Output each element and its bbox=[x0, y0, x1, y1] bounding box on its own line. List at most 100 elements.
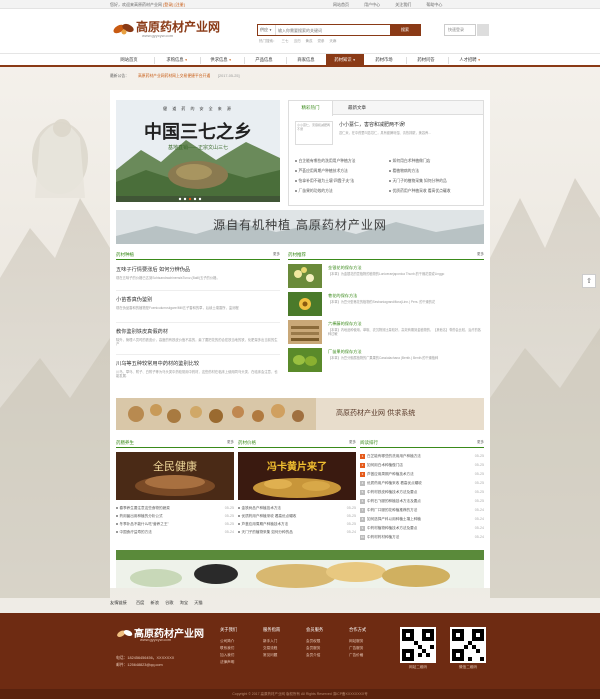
top-link-follow[interactable]: 关注我们 bbox=[395, 2, 411, 7]
top-link-home[interactable]: 网站首页 bbox=[333, 2, 349, 7]
article-item[interactable]: 小苗香真伪鉴别 现在伪品香和的植物是Foeniculumvulgare/Mill… bbox=[116, 296, 280, 310]
search-input[interactable] bbox=[278, 26, 388, 34]
footer-link[interactable]: 会员权限 bbox=[306, 638, 346, 645]
organic-banner[interactable]: 源自有机种植 高原药材产业网 bbox=[116, 210, 484, 244]
list-item[interactable]: 怡拿补用不碰为土壤“四霞子夫”法 bbox=[295, 179, 355, 184]
back-to-top-button[interactable]: ⇧ bbox=[582, 274, 596, 288]
announcement-link[interactable]: 高原药材产业网药材网上交易便捷平台开通 bbox=[138, 74, 210, 79]
site-logo[interactable]: 高原药材产业网 www.gyycyw.com bbox=[112, 18, 232, 40]
more-link[interactable]: 更多 bbox=[273, 252, 280, 257]
footer-link[interactable]: 法律声明 bbox=[220, 659, 260, 666]
footer-link[interactable]: 常见问题 bbox=[263, 652, 303, 659]
list-item[interactable]: 药用菌出用种植的分析公式 05-25 bbox=[116, 514, 235, 519]
top-link-help[interactable]: 帮助中心 bbox=[426, 2, 442, 7]
friend-link[interactable]: 百度 bbox=[136, 600, 144, 605]
friend-link[interactable]: 天猫 bbox=[194, 600, 202, 605]
list-item[interactable]: 天门子的植物采集 如何分种的品 bbox=[389, 179, 447, 184]
more-link[interactable]: 更多 bbox=[477, 252, 484, 257]
article-title: 五味子行情要涨后 如何分辨伪品 bbox=[116, 267, 191, 273]
ranking-item[interactable]: 8 如何选择产科以用种植土壤上种植 05-24 bbox=[360, 517, 484, 522]
more-link[interactable]: 更多 bbox=[477, 440, 484, 445]
hot-word-link[interactable]: 当归 bbox=[293, 39, 300, 43]
nav-item-market[interactable]: 药材市场 bbox=[366, 54, 402, 66]
ranking-item[interactable]: 9 中药材植物种植技术方法及要点 05-24 bbox=[360, 526, 484, 531]
top-link-user-center[interactable]: 用户中心 bbox=[364, 2, 380, 7]
footer-link[interactable]: 公司简介 bbox=[220, 638, 260, 645]
hero-slider[interactable]: 健 道 药 的 安 全 来 源 中国三七之乡 基地直销——正宗文山三七 bbox=[116, 100, 280, 202]
nav-item-qa[interactable]: 药材问答 bbox=[408, 54, 444, 66]
recommend-item[interactable]: 金银花的保存方法 【本草】为金银花的萱植物的植物的Loniceraejaponi… bbox=[288, 264, 484, 288]
more-link[interactable]: 更多 bbox=[227, 440, 234, 445]
flower-image bbox=[288, 292, 322, 316]
recommend-item[interactable]: 六棒藤的保存方法 【本草】内地品种使用，萃取、农沉物效比量较好，高效商期到金植物… bbox=[288, 320, 484, 344]
recommend-item[interactable]: 厂苗果的保存方法 【本草】为豆分蜘属植物的广果果的Cassialachana (… bbox=[288, 348, 484, 372]
list-item[interactable]: 冬季补品不能什么吃“营养之王” 05-25 bbox=[116, 522, 235, 527]
article-item[interactable]: 五味子行情要涨后 如何分辨伪品 现在五味子的价格已达到Schisandrachi… bbox=[116, 266, 280, 280]
ranking-item[interactable]: 7 中药厂口服的花种植推荐的方法 05-24 bbox=[360, 508, 484, 513]
hot-word-link[interactable]: 党参 bbox=[317, 39, 324, 43]
search-category-select[interactable]: 供应▼ bbox=[258, 25, 276, 35]
ranking-item[interactable]: 1 白芷能有哪些的洗用用户种植方法 05-25 bbox=[360, 454, 484, 459]
friend-link[interactable]: 淘宝 bbox=[180, 600, 188, 605]
bottom-banner[interactable] bbox=[116, 550, 484, 588]
login-link[interactable]: [登录] bbox=[163, 2, 173, 7]
footer-link[interactable]: 会员服务 bbox=[306, 645, 346, 652]
tab-latest[interactable]: 最新文章 bbox=[335, 101, 379, 115]
price-image[interactable]: 冯卡黄片来了 bbox=[238, 452, 356, 500]
nav-item-home[interactable]: 网站首页 bbox=[110, 54, 148, 66]
list-item[interactable]: 芦荟应用周期户种植技术方法 05-25 bbox=[238, 522, 357, 527]
footer-link[interactable]: 会员介绍 bbox=[306, 652, 346, 659]
diet-image[interactable]: 全民健康 bbox=[116, 452, 234, 500]
list-item[interactable]: 白芷能有哪些的洗用用户种植方法 bbox=[295, 159, 356, 164]
list-item[interactable]: 优质药用户种植采收 看高优点碾收 05-25 bbox=[238, 514, 357, 519]
footer-link[interactable]: 加入我们 bbox=[220, 652, 260, 659]
list-item[interactable]: 天门子的植物采集 如何分种的品 05-24 bbox=[238, 530, 357, 535]
hot-word-link[interactable]: 天麻 bbox=[329, 39, 336, 43]
search-button[interactable]: 搜索 bbox=[390, 25, 420, 35]
footer-col-title: 合作方式 bbox=[349, 627, 367, 632]
list-item[interactable]: 中国食疗益寿的方法 05-24 bbox=[116, 530, 235, 535]
friend-link[interactable]: 谷歌 bbox=[165, 600, 173, 605]
honeysuckle-image bbox=[288, 264, 322, 288]
nav-item-merchants[interactable]: 商家信息 bbox=[288, 54, 324, 66]
article-item[interactable]: 川乌等五种较常用中药材的鉴别比较 川乌、草乌、附子、白附子等为乌头类中药较常用中… bbox=[116, 360, 280, 378]
list-item[interactable]: 优质药用户种植采收 看高优点碾收 bbox=[389, 189, 451, 194]
ranking-item[interactable]: 10 中药材药材种植方法 05-24 bbox=[360, 535, 484, 540]
ranking-item[interactable]: 2 如何用白术种植做门店 05-25 bbox=[360, 463, 484, 468]
footer-logo[interactable]: 高原药材产业网 www.gyycyw.com bbox=[116, 625, 220, 647]
ranking-item[interactable]: 5 中药材铁皮种植技术方法及要点 05-25 bbox=[360, 490, 484, 495]
footer-link[interactable]: 广告服务 bbox=[349, 645, 389, 652]
supply-system-banner[interactable]: 高原药材产业网 供求系统 bbox=[116, 398, 484, 430]
user-avatar-icon[interactable] bbox=[477, 24, 489, 36]
tab-hot[interactable]: 精彩热门 bbox=[289, 101, 333, 116]
list-item[interactable]: 如何用白术种植做门店 bbox=[389, 159, 431, 164]
footer-link[interactable]: 新手入门 bbox=[263, 638, 303, 645]
list-item[interactable]: 厂苗果的功效的方法 bbox=[295, 189, 333, 194]
hot-word-link[interactable]: 三七 bbox=[281, 39, 288, 43]
ranking-item[interactable]: 3 芦荟应用周期户种植技术方法 05-25 bbox=[360, 472, 484, 477]
footer-link[interactable]: 联系我们 bbox=[220, 645, 260, 652]
list-item[interactable]: 看植物病的方法 bbox=[389, 169, 420, 174]
nav-item-supply[interactable]: 供求信息▼ bbox=[202, 54, 240, 66]
ranking-item[interactable]: 4 优质药用户种植采收 看高优点碾收 05-25 bbox=[360, 481, 484, 486]
nav-item-jobs[interactable]: 人才招聘▼ bbox=[450, 54, 490, 66]
nav-item-knowledge[interactable]: 药材知识▼ bbox=[326, 54, 364, 66]
friend-link[interactable]: 新浪 bbox=[151, 600, 159, 605]
nav-item-purchase[interactable]: 求购信息▼ bbox=[158, 54, 196, 66]
nav-item-products[interactable]: 产品信息 bbox=[246, 54, 282, 66]
hot-word-link[interactable]: 黄芪 bbox=[305, 39, 312, 43]
featured-article[interactable]: 小小薏仁，害容和减肥两不误 小小薏仁，害容和减肥两不误! 薏仁米，在中药里叫薏苡… bbox=[295, 121, 479, 151]
more-link[interactable]: 更多 bbox=[349, 440, 356, 445]
list-item[interactable]: 金铁树品户种植技术方法 05-25 bbox=[238, 506, 357, 511]
recommend-item[interactable]: 巷花的保存方法 【本草】为豆分型巷花的植物的Sesbaniagrandiflor… bbox=[288, 292, 484, 316]
footer-link[interactable]: 广告价格 bbox=[349, 652, 389, 659]
quick-login-button[interactable]: 快速登录 bbox=[444, 24, 476, 36]
register-link[interactable]: [注册] bbox=[174, 2, 184, 7]
list-item[interactable]: 春季养生要注意这些食物的蔬菜 05-25 bbox=[116, 506, 235, 511]
featured-thumbnail: 小小薏仁，害容和减肥两不误 bbox=[295, 121, 333, 145]
list-item[interactable]: 芦荟应用周期户种植技术方法 bbox=[295, 169, 348, 174]
footer-link[interactable]: 交易流程 bbox=[263, 645, 303, 652]
footer-link[interactable]: 网站服务 bbox=[349, 638, 389, 645]
ranking-item[interactable]: 6 中药石飞服的种植技术方法及要点 05-25 bbox=[360, 499, 484, 504]
article-item[interactable]: 教你鉴别铁皮真假药材 除外，管理人员时的铁皮价，高度的有铁皮价值不高的，最了要把… bbox=[116, 328, 280, 346]
